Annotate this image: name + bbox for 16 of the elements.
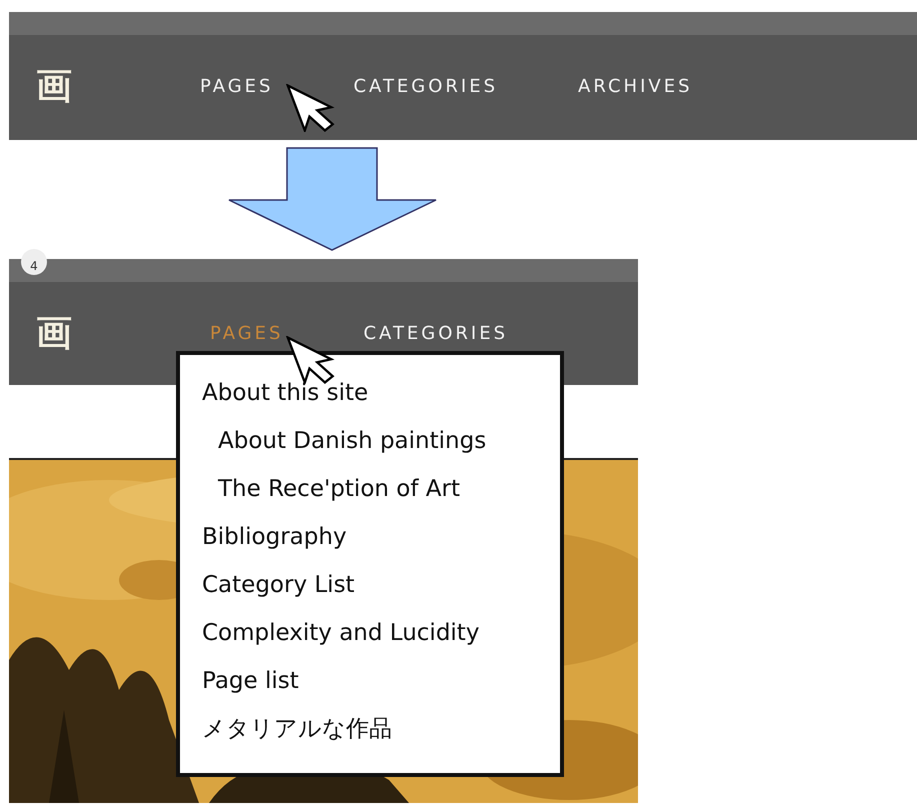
menu-item[interactable]: Category List [202, 561, 560, 609]
step-badge: 4 [21, 249, 47, 275]
nav-link[interactable]: CATEGORIES [353, 76, 498, 97]
nav-link[interactable]: CATEGORIES [363, 323, 508, 344]
nav-link[interactable]: ARCHIVES [578, 76, 692, 97]
menu-item[interactable]: Page list [202, 657, 560, 705]
menu-item[interactable]: The Rece'ption of Art [202, 465, 560, 513]
site-logo: 画 [35, 311, 73, 356]
menu-item[interactable]: Complexity and Lucidity [202, 609, 560, 657]
nav-link[interactable]: PAGES [200, 76, 274, 97]
menu-item[interactable]: About this site [202, 369, 560, 417]
menu-item[interactable]: Bibliography [202, 513, 560, 561]
menu-item[interactable]: About Danish paintings [202, 417, 560, 465]
site-logo: 画 [35, 64, 73, 109]
menu-item[interactable]: メタリアルな作品 [202, 705, 560, 753]
pointer-icon [286, 84, 336, 132]
